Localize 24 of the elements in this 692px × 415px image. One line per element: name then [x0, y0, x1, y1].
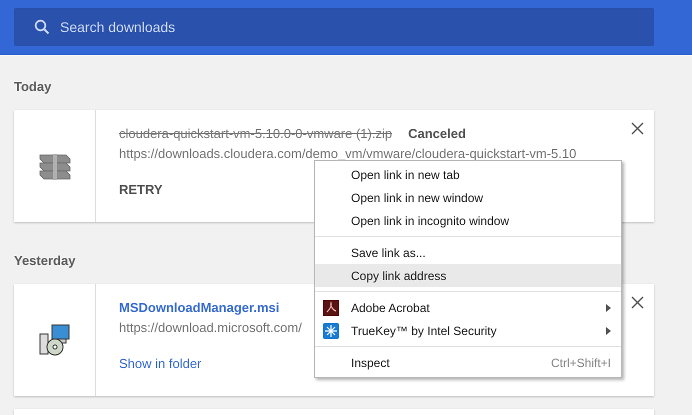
- file-name[interactable]: MSDownloadManager.msi: [119, 300, 280, 320]
- menu-item[interactable]: Open link in new tab: [315, 163, 621, 186]
- snowflake-icon: [323, 322, 339, 338]
- acrobat-icon: [323, 300, 339, 316]
- menu-item[interactable]: Adobe Acrobat: [315, 296, 621, 319]
- menu-item[interactable]: TrueKey™ by Intel Security: [315, 319, 621, 342]
- menu-item[interactable]: Open link in incognito window: [315, 209, 621, 232]
- menu-item[interactable]: Copy link address: [315, 264, 621, 287]
- archive-icon: [38, 151, 72, 181]
- search-field[interactable]: Search downloads: [14, 8, 654, 46]
- download-action-link[interactable]: RETRY: [119, 182, 163, 197]
- installer-icon: [38, 324, 72, 356]
- download-action-link[interactable]: Show in folder: [119, 356, 202, 371]
- download-status: Canceled: [408, 126, 466, 143]
- file-name: cloudera-quickstart-vm-5.10.0-0-vmware (1).zip: [119, 126, 392, 143]
- menu-item[interactable]: Save link as...: [315, 241, 621, 264]
- download-url[interactable]: https://download.microsoft.com/: [119, 320, 302, 340]
- menu-item[interactable]: Inspect Ctrl+Shift+I: [315, 351, 621, 374]
- close-icon[interactable]: [631, 122, 644, 135]
- close-icon[interactable]: [631, 296, 644, 309]
- menu-item[interactable]: Open link in new window: [315, 186, 621, 209]
- date-heading: Yesterday: [14, 253, 76, 268]
- shortcut-text: Ctrl+Shift+I: [550, 356, 611, 370]
- date-heading: Today: [14, 79, 52, 94]
